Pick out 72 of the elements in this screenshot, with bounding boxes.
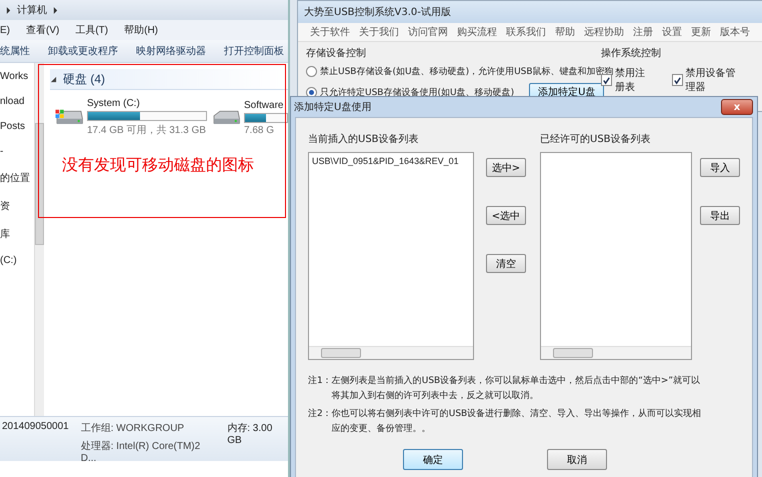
- group-header[interactable]: 硬盘 (4): [50, 69, 288, 90]
- menu-item[interactable]: 工具(T): [75, 23, 108, 37]
- group-label: 操作系统控制: [601, 46, 662, 60]
- nav-item[interactable]: 库: [0, 227, 34, 241]
- dialog-button[interactable]: 确定: [403, 449, 463, 470]
- scrollbar[interactable]: [34, 63, 44, 416]
- chevron-icon: [53, 6, 58, 14]
- menu-item[interactable]: 设置: [662, 25, 682, 39]
- menu-item[interactable]: 更新: [691, 25, 711, 39]
- group-label: 存储设备控制: [306, 46, 367, 60]
- nav-item[interactable]: Posts: [0, 121, 34, 132]
- menu-item[interactable]: 联系我们: [506, 25, 546, 39]
- radio-button[interactable]: [306, 66, 317, 77]
- note-label: 注2：: [308, 408, 332, 421]
- checkbox-label[interactable]: 禁用设备管理器: [686, 66, 741, 94]
- checkbox-label[interactable]: 禁用注册表: [615, 66, 655, 94]
- menu-item[interactable]: 访问官网: [408, 25, 448, 39]
- import-export-button[interactable]: 导入: [700, 158, 740, 177]
- breadcrumb[interactable]: 计算机: [17, 3, 47, 17]
- window-title: 大势至USB控制系统V3.0-试用版: [298, 1, 762, 23]
- nav-item[interactable]: -: [0, 146, 34, 157]
- list-item[interactable]: USB\VID_0951&PID_1643&REV_01: [312, 156, 459, 166]
- menu-item[interactable]: 关于我们: [359, 25, 399, 39]
- transfer-button[interactable]: 选中>: [486, 158, 526, 177]
- chevron-icon: [6, 6, 11, 14]
- nav-item[interactable]: Works: [0, 71, 34, 82]
- toolbar-command[interactable]: 打开控制面板: [224, 44, 284, 58]
- menu-item[interactable]: 注册: [633, 25, 653, 39]
- radio-label[interactable]: 只允许特定USB存储设备使用(如U盘、移动硬盘): [320, 86, 514, 98]
- annotation-text: 没有发现可移动磁盘的图标: [62, 155, 254, 176]
- toolbar-command[interactable]: 映射网络驱动器: [136, 44, 206, 58]
- note-text: 左侧列表是当前插入的USB设备列表，你可以鼠标单击选中，然后点击中部的“选中>”就可以将其加入到右侧的许可列表中去，反之就可以取消。: [332, 374, 702, 403]
- nav-item[interactable]: (C:): [0, 255, 34, 266]
- nav-item[interactable]: 的位置: [0, 171, 34, 185]
- menu-item[interactable]: 远程协助: [584, 25, 624, 39]
- drive-space: 17.4 GB 可用，共 31.3 GB: [87, 124, 207, 137]
- nav-item[interactable]: 资: [0, 199, 34, 213]
- transfer-button[interactable]: <选中: [486, 206, 526, 225]
- device-list[interactable]: [540, 152, 692, 360]
- import-export-button[interactable]: 导出: [700, 206, 740, 225]
- drive-name[interactable]: Software: [244, 100, 288, 110]
- checkbox[interactable]: [672, 74, 683, 86]
- drive-space: 7.68 G: [244, 124, 276, 136]
- workgroup-text: 工作组: WORKGROUP: [80, 422, 186, 435]
- menu-item[interactable]: 帮助(H): [124, 23, 158, 37]
- checkbox[interactable]: [601, 74, 612, 86]
- computer-name: 201409050001: [2, 421, 69, 434]
- nav-item[interactable]: nload: [0, 96, 34, 107]
- toolbar-command[interactable]: 卸载或更改程序: [48, 44, 118, 58]
- list-label: 当前插入的USB设备列表: [308, 132, 420, 146]
- menu-item[interactable]: 关于软件: [310, 25, 350, 39]
- dialog-button[interactable]: 取消: [547, 449, 607, 470]
- menu-item[interactable]: 购买流程: [457, 25, 497, 39]
- list-label: 已经许可的USB设备列表: [540, 132, 652, 146]
- menu-item[interactable]: 查看(V): [26, 23, 60, 37]
- scrollbar[interactable]: [309, 346, 473, 359]
- memory-text: 内存: 3.00 GB: [227, 422, 274, 448]
- radio-button[interactable]: [306, 86, 317, 98]
- note-text: 你也可以将右侧列表中许可的USB设备进行删除、清空、导入、导出等操作，从而可以实现相应的变更、备份管理。。: [332, 408, 702, 436]
- dialog-title: 添加特定U盘使用: [294, 100, 372, 114]
- scrollbar[interactable]: [541, 346, 691, 359]
- toolbar-command[interactable]: 统属性: [0, 44, 30, 58]
- processor-text: 处理器: Intel(R) Core(TM)2 D...: [80, 440, 202, 464]
- note-label: 注1：: [308, 374, 332, 388]
- drive-name[interactable]: System (C:): [87, 98, 207, 109]
- device-list[interactable]: USB\VID_0951&PID_1643&REV_01: [308, 152, 474, 360]
- address-bar[interactable]: 计算机: [0, 0, 288, 20]
- transfer-button[interactable]: 清空: [486, 254, 526, 273]
- group-title: 硬盘 (4): [63, 70, 105, 88]
- menu-item[interactable]: E): [0, 24, 10, 36]
- menu-item[interactable]: 版本号: [720, 25, 750, 39]
- menu-item[interactable]: 帮助: [555, 25, 575, 39]
